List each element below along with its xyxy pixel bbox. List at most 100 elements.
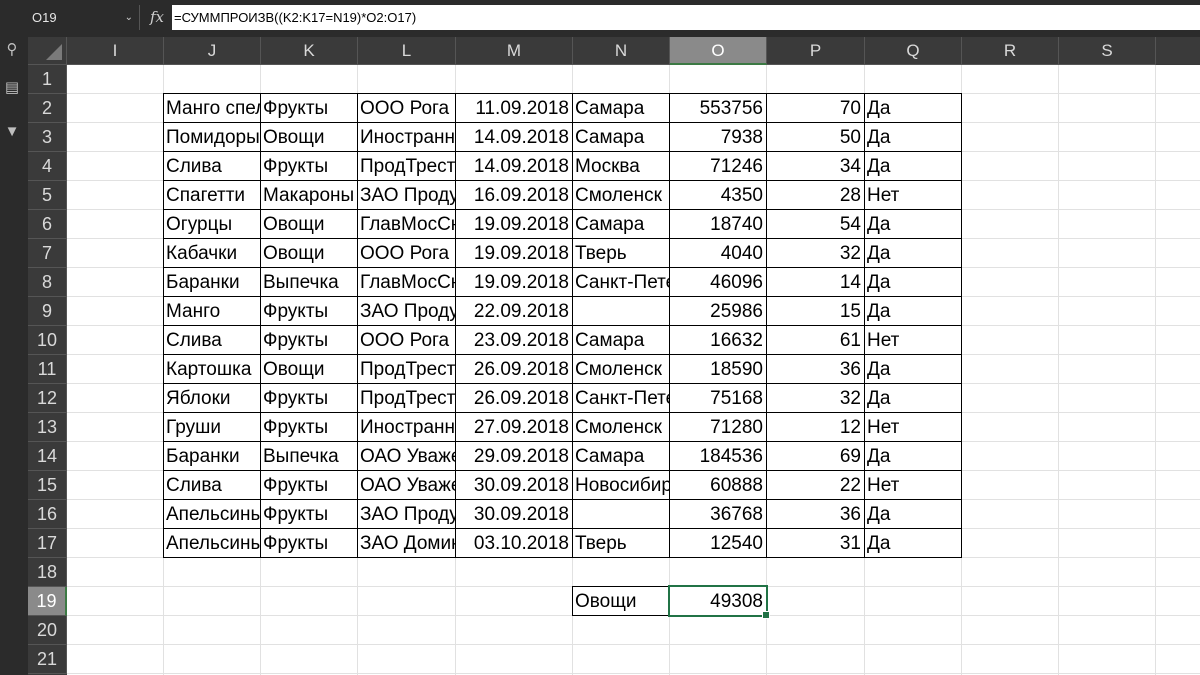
- table-cell[interactable]: Фрукты: [260, 499, 358, 529]
- column-header-S[interactable]: S: [1059, 37, 1156, 65]
- table-cell[interactable]: 70: [766, 93, 865, 123]
- column-header-R[interactable]: R: [962, 37, 1059, 65]
- table-cell[interactable]: Картошка: [163, 354, 261, 384]
- table-cell[interactable]: 12: [766, 412, 865, 442]
- table-cell[interactable]: Самара: [572, 325, 670, 355]
- table-cell[interactable]: Овощи: [260, 209, 358, 239]
- table-cell[interactable]: 31: [766, 528, 865, 558]
- table-cell[interactable]: Выпечка: [260, 267, 358, 297]
- table-cell[interactable]: 26.09.2018: [455, 383, 573, 413]
- row-header-16[interactable]: 16: [28, 500, 67, 529]
- table-cell[interactable]: Огурцы: [163, 209, 261, 239]
- row-header-8[interactable]: 8: [28, 268, 67, 297]
- table-cell[interactable]: ГлавМосСнаб: [357, 209, 456, 239]
- table-cell[interactable]: 27.09.2018: [455, 412, 573, 442]
- table-cell[interactable]: Да: [864, 93, 962, 123]
- row-header-21[interactable]: 21: [28, 645, 67, 674]
- table-cell[interactable]: ГлавМосСнаб: [357, 267, 456, 297]
- row-header-13[interactable]: 13: [28, 413, 67, 442]
- table-cell[interactable]: 553756: [669, 93, 767, 123]
- table-cell[interactable]: Да: [864, 528, 962, 558]
- table-cell[interactable]: Самара: [572, 209, 670, 239]
- table-cell[interactable]: Яблоки: [163, 383, 261, 413]
- table-cell[interactable]: 32: [766, 383, 865, 413]
- table-cell[interactable]: 184536: [669, 441, 767, 471]
- table-cell[interactable]: 36: [766, 499, 865, 529]
- table-cell[interactable]: ООО Рога: [357, 93, 456, 123]
- chevron-down-icon[interactable]: ⌄: [125, 5, 133, 30]
- table-cell[interactable]: Баранки: [163, 441, 261, 471]
- table-cell[interactable]: 11.09.2018: [455, 93, 573, 123]
- table-cell[interactable]: 16.09.2018: [455, 180, 573, 210]
- row-header-9[interactable]: 9: [28, 297, 67, 326]
- table-cell[interactable]: Фрукты: [260, 296, 358, 326]
- table-cell[interactable]: 61: [766, 325, 865, 355]
- table-cell[interactable]: Спагетти: [163, 180, 261, 210]
- column-header-P[interactable]: P: [767, 37, 865, 65]
- table-cell[interactable]: 23.09.2018: [455, 325, 573, 355]
- table-cell[interactable]: 60888: [669, 470, 767, 500]
- table-cell[interactable]: 4350: [669, 180, 767, 210]
- table-cell[interactable]: 28: [766, 180, 865, 210]
- table-cell[interactable]: ЗАО Домик: [357, 528, 456, 558]
- table-cell[interactable]: 36: [766, 354, 865, 384]
- table-cell[interactable]: 14: [766, 267, 865, 297]
- formula-input[interactable]: =СУММПРОИЗВ((K2:K17=N19)*O2:O17): [172, 5, 1200, 30]
- table-cell[interactable]: 30.09.2018: [455, 470, 573, 500]
- table-cell[interactable]: Тверь: [572, 528, 670, 558]
- table-cell[interactable]: 4040: [669, 238, 767, 268]
- table-cell[interactable]: 03.10.2018: [455, 528, 573, 558]
- table-cell[interactable]: Слива: [163, 151, 261, 181]
- table-cell[interactable]: Самара: [572, 93, 670, 123]
- table-cell[interactable]: Да: [864, 354, 962, 384]
- row-header-5[interactable]: 5: [28, 181, 67, 210]
- table-cell[interactable]: Самара: [572, 441, 670, 471]
- row-header-19[interactable]: 19: [28, 587, 67, 616]
- search-icon[interactable]: ⚲: [0, 39, 24, 61]
- row-header-17[interactable]: 17: [28, 529, 67, 558]
- table-cell[interactable]: Да: [864, 238, 962, 268]
- table-cell[interactable]: 12540: [669, 528, 767, 558]
- column-header-J[interactable]: J: [164, 37, 261, 65]
- table-cell[interactable]: Нет: [864, 325, 962, 355]
- table-cell[interactable]: Нет: [864, 412, 962, 442]
- row-header-15[interactable]: 15: [28, 471, 67, 500]
- table-cell[interactable]: ОАО Уважение: [357, 470, 456, 500]
- table-cell[interactable]: Фрукты: [260, 93, 358, 123]
- table-cell[interactable]: 14.09.2018: [455, 122, 573, 152]
- table-cell[interactable]: Макароны: [260, 180, 358, 210]
- table-cell[interactable]: Санкт-Петербург: [572, 383, 670, 413]
- table-cell[interactable]: 18590: [669, 354, 767, 384]
- result-cell[interactable]: 49308: [669, 586, 767, 616]
- table-cell[interactable]: ЗАО Продукты: [357, 180, 456, 210]
- row-header-6[interactable]: 6: [28, 210, 67, 239]
- table-cell[interactable]: ПродТрест: [357, 354, 456, 384]
- table-cell[interactable]: Москва: [572, 151, 670, 181]
- row-header-12[interactable]: 12: [28, 384, 67, 413]
- table-cell[interactable]: Да: [864, 499, 962, 529]
- table-cell[interactable]: Иностранные: [357, 412, 456, 442]
- table-cell[interactable]: Выпечка: [260, 441, 358, 471]
- table-cell[interactable]: 54: [766, 209, 865, 239]
- table-cell[interactable]: Тверь: [572, 238, 670, 268]
- table-cell[interactable]: ПродТрест: [357, 151, 456, 181]
- table-cell[interactable]: 19.09.2018: [455, 267, 573, 297]
- table-cell[interactable]: 29.09.2018: [455, 441, 573, 471]
- table-cell[interactable]: Да: [864, 441, 962, 471]
- row-header-10[interactable]: 10: [28, 326, 67, 355]
- column-header-L[interactable]: L: [358, 37, 456, 65]
- table-cell[interactable]: 22: [766, 470, 865, 500]
- table-cell[interactable]: Кабачки: [163, 238, 261, 268]
- table-cell[interactable]: 50: [766, 122, 865, 152]
- row-header-18[interactable]: 18: [28, 558, 67, 587]
- table-cell[interactable]: Санкт-Петербург: [572, 267, 670, 297]
- column-header-N[interactable]: N: [573, 37, 670, 65]
- table-cell[interactable]: 19.09.2018: [455, 209, 573, 239]
- table-cell[interactable]: Самара: [572, 122, 670, 152]
- table-cell[interactable]: ЗАО Продукты: [357, 499, 456, 529]
- table-cell[interactable]: 22.09.2018: [455, 296, 573, 326]
- table-cell[interactable]: Фрукты: [260, 151, 358, 181]
- table-cell[interactable]: Манго: [163, 296, 261, 326]
- row-header-11[interactable]: 11: [28, 355, 67, 384]
- table-cell[interactable]: Нет: [864, 470, 962, 500]
